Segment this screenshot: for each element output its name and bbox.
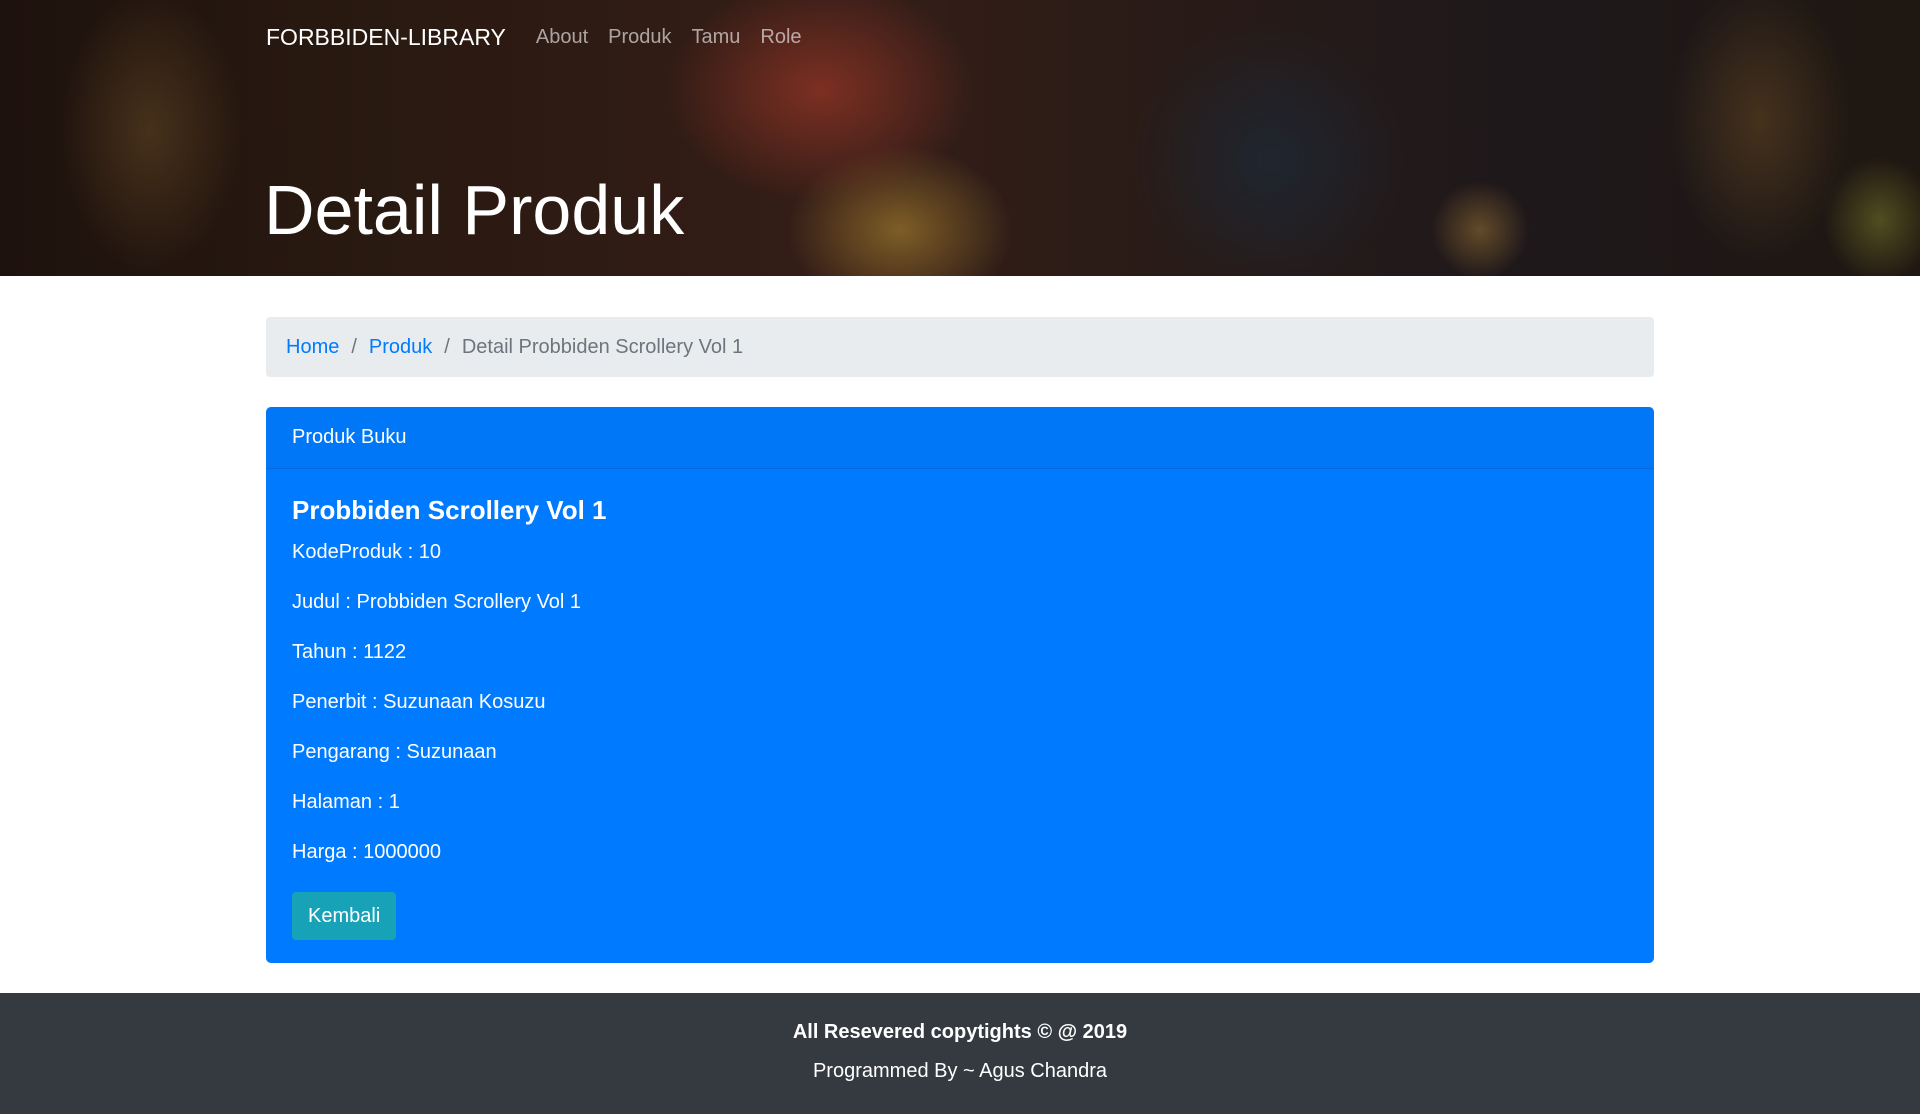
- footer-credit: Programmed By ~ Agus Chandra: [812, 1060, 1108, 1082]
- breadcrumb-current: Detail Probbiden Scrollery Vol 1: [461, 335, 744, 358]
- hero-banner: FORBBIDEN-LIBRARY About Produk Tamu Role…: [0, 0, 1920, 276]
- field-tahun: Tahun : 1122: [292, 641, 407, 663]
- nav-link-tamu[interactable]: Tamu: [692, 26, 741, 49]
- nav-link-about[interactable]: About: [536, 26, 588, 49]
- breadcrumb-home-link[interactable]: Home: [286, 336, 339, 359]
- field-penerbit: Penerbit : Suzunaan Kosuzu: [292, 691, 546, 713]
- card-body: Probbiden Scrollery Vol 1 KodeProduk : 1…: [266, 469, 1654, 966]
- field-kode-produk: KodeProduk : 10: [292, 541, 441, 563]
- breadcrumb-produk-link[interactable]: Produk: [369, 336, 432, 359]
- field-pengarang: Pengarang : Suzunaan: [292, 741, 497, 763]
- page-footer: All Resevered copytights © @ 2019 Progra…: [0, 993, 1920, 1114]
- navbar-brand[interactable]: FORBBIDEN-LIBRARY: [266, 24, 506, 51]
- field-harga: Harga : 1000000: [292, 841, 442, 863]
- product-card: Produk Buku Probbiden Scrollery Vol 1 Ko…: [266, 407, 1654, 963]
- field-judul: Judul : Probbiden Scrollery Vol 1: [292, 591, 582, 613]
- nav-link-produk[interactable]: Produk: [608, 26, 671, 49]
- field-halaman: Halaman : 1: [292, 791, 400, 813]
- card-header: Produk Buku: [266, 407, 1654, 469]
- breadcrumb-separator: /: [351, 335, 357, 358]
- breadcrumb: Home / Produk / Detail Probbiden Scrolle…: [266, 317, 1654, 377]
- kembali-button[interactable]: Kembali: [292, 892, 397, 940]
- product-title: Probbiden Scrollery Vol 1: [292, 495, 607, 525]
- top-navbar: FORBBIDEN-LIBRARY About Produk Tamu Role: [266, 20, 822, 54]
- breadcrumb-separator: /: [444, 335, 450, 358]
- nav-link-role[interactable]: Role: [760, 26, 801, 49]
- page-title: Detail Produk: [264, 171, 685, 249]
- footer-copyright: All Resevered copytights © @ 2019: [792, 1021, 1128, 1043]
